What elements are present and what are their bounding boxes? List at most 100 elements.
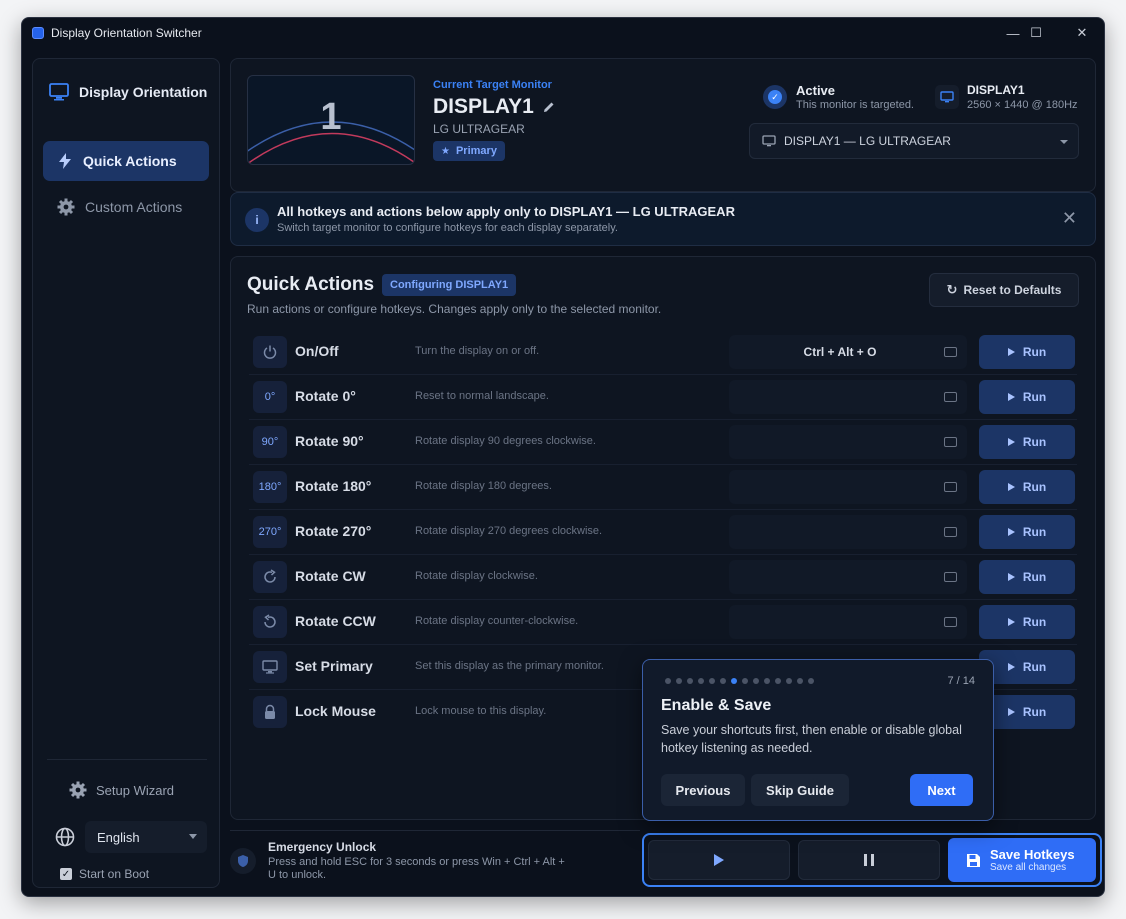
run-label: Run — [1022, 660, 1047, 674]
lightning-icon — [59, 153, 71, 169]
keyboard-icon — [944, 437, 957, 447]
section-subtitle: Run actions or configure hotkeys. Change… — [247, 302, 662, 316]
step-dot — [676, 678, 682, 684]
run-button[interactable]: Run — [979, 425, 1075, 459]
hotkey-input[interactable] — [729, 560, 967, 594]
action-description: Reset to normal landscape. — [415, 390, 549, 402]
keyboard-icon — [944, 392, 957, 402]
sidebar-item-custom-actions[interactable]: Custom Actions — [43, 187, 209, 227]
hotkey-input[interactable] — [729, 380, 967, 414]
pause-listening-button[interactable] — [798, 840, 940, 880]
action-name: Rotate 180° — [295, 478, 372, 494]
keyboard-icon — [944, 347, 957, 357]
action-name: On/Off — [295, 343, 339, 359]
step-dots — [665, 678, 819, 684]
reset-defaults-button[interactable]: ↻ Reset to Defaults — [929, 273, 1079, 307]
monitor-selector[interactable]: DISPLAY1 — LG ULTRAGEAR — [749, 123, 1079, 159]
run-label: Run — [1022, 390, 1047, 404]
action-row-rotate-ccw: Rotate CCW Rotate display counter-clockw… — [249, 600, 1077, 645]
play-icon — [1007, 708, 1015, 716]
run-button[interactable]: Run — [979, 380, 1075, 414]
app-icon — [32, 27, 44, 39]
run-button[interactable]: Run — [979, 605, 1075, 639]
banner-close-icon[interactable]: ✕ — [1062, 208, 1077, 229]
check-circle-icon: ✓ — [763, 85, 787, 109]
monitor-icon — [253, 651, 287, 683]
keyboard-icon — [944, 617, 957, 627]
lock-icon — [253, 696, 287, 728]
play-icon — [1007, 393, 1015, 401]
chevron-down-icon — [1060, 140, 1068, 144]
step-dot — [797, 678, 803, 684]
previous-button[interactable]: Previous — [661, 774, 745, 806]
action-description: Rotate display counter-clockwise. — [415, 615, 579, 627]
step-dot — [687, 678, 693, 684]
start-on-boot-toggle[interactable]: ✓ Start on Boot — [60, 867, 149, 881]
emergency-title: Emergency Unlock — [268, 840, 377, 854]
run-label: Run — [1022, 705, 1047, 719]
language-select[interactable]: English — [85, 821, 207, 853]
hotkey-input[interactable]: Ctrl + Alt + O — [729, 335, 967, 369]
run-button[interactable]: Run — [979, 335, 1075, 369]
pause-icon — [864, 854, 874, 866]
keyboard-icon — [944, 527, 957, 537]
keyboard-icon — [944, 572, 957, 582]
rotate-cw-icon — [253, 561, 287, 593]
action-row-rotate-270: 270° Rotate 270° Rotate display 270 degr… — [249, 510, 1077, 555]
banner-title: All hotkeys and actions below apply only… — [277, 204, 735, 219]
sidebar-divider — [47, 759, 207, 760]
step-dot — [665, 678, 671, 684]
action-row-rotate-0: 0° Rotate 0° Reset to normal landscape. … — [249, 375, 1077, 420]
step-dot — [720, 678, 726, 684]
close-button[interactable]: ✕ — [1059, 18, 1104, 48]
hotkey-input[interactable] — [729, 605, 967, 639]
app-window: Display Orientation Switcher — ☐ ✕ Displ… — [21, 17, 1105, 897]
hotkey-input[interactable] — [729, 425, 967, 459]
info-icon: i — [245, 208, 269, 232]
guide-body: Save your shortcuts first, then enable o… — [661, 723, 962, 755]
display-name: DISPLAY1 — [433, 95, 556, 119]
primary-badge: ★ Primary — [433, 141, 505, 161]
window-title: Display Orientation Switcher — [51, 26, 202, 40]
action-row-on-off: On/Off Turn the display on or off. Ctrl … — [249, 330, 1077, 375]
skip-guide-button[interactable]: Skip Guide — [751, 774, 849, 806]
status-subtitle: This monitor is targeted. — [796, 99, 914, 111]
setup-wizard-button[interactable]: Setup Wizard — [69, 781, 174, 799]
save-icon — [967, 853, 980, 867]
checkbox-checked-icon[interactable]: ✓ — [60, 868, 72, 880]
run-label: Run — [1022, 570, 1047, 584]
save-hotkeys-button[interactable]: Save Hotkeys Save all changes — [948, 838, 1096, 882]
action-name: Rotate 90° — [295, 433, 364, 449]
run-button[interactable]: Run — [979, 470, 1075, 504]
play-icon — [1007, 528, 1015, 536]
start-listening-button[interactable] — [648, 840, 790, 880]
sidebar-item-quick-actions[interactable]: Quick Actions — [43, 141, 209, 181]
run-button[interactable]: Run — [979, 515, 1075, 549]
rotate-0-icon: 0° — [253, 381, 287, 413]
hotkey-input[interactable] — [729, 470, 967, 504]
action-row-rotate-cw: Rotate CW Rotate display clockwise. Run — [249, 555, 1077, 600]
run-button[interactable]: Run — [979, 560, 1075, 594]
step-dot — [698, 678, 704, 684]
guide-popover: 7 / 14 Enable & Save Save your shortcuts… — [642, 659, 994, 821]
monitor-card: 1 Current Target Monitor DISPLAY1 LG ULT… — [230, 58, 1096, 192]
step-dot — [709, 678, 715, 684]
start-on-boot-label: Start on Boot — [79, 867, 150, 881]
hotkey-input[interactable] — [729, 515, 967, 549]
display-info: DISPLAY1 2560 × 1440 @ 180Hz — [935, 83, 1078, 111]
action-description: Lock mouse to this display. — [415, 705, 547, 717]
play-icon — [1007, 483, 1015, 491]
primary-badge-label: Primary — [455, 145, 497, 157]
action-row-rotate-180: 180° Rotate 180° Rotate display 180 degr… — [249, 465, 1077, 510]
run-label: Run — [1022, 525, 1047, 539]
hotkey-control-bar: Save Hotkeys Save all changes — [642, 833, 1102, 887]
next-button[interactable]: Next — [910, 774, 973, 806]
active-status: ✓ Active This monitor is targeted. — [763, 83, 914, 111]
play-icon — [1007, 348, 1015, 356]
pencil-icon[interactable] — [542, 100, 556, 114]
monitor-icon — [49, 83, 69, 101]
action-description: Rotate display 270 degrees clockwise. — [415, 525, 603, 537]
display-id: DISPLAY1 — [967, 83, 1025, 97]
maximize-button[interactable]: ☐ — [1013, 18, 1059, 48]
emergency-unlock: Emergency Unlock Press and hold ESC for … — [230, 830, 640, 888]
